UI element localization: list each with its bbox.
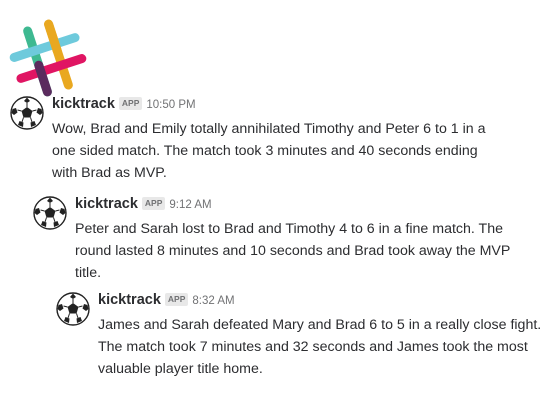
soccer-ball-icon[interactable] — [56, 292, 90, 326]
timestamp[interactable]: 10:50 PM — [146, 99, 195, 111]
soccer-ball-icon[interactable] — [10, 96, 44, 130]
message-header: kicktrack APP 9:12 AM — [75, 196, 212, 213]
author-name[interactable]: kicktrack — [98, 292, 161, 308]
timestamp[interactable]: 9:12 AM — [169, 199, 211, 211]
timestamp[interactable]: 8:32 AM — [192, 295, 234, 307]
slack-logo-icon — [9, 19, 87, 97]
author-name[interactable]: kicktrack — [75, 196, 138, 212]
app-badge: APP — [141, 197, 166, 210]
message-text: Wow, Brad and Emily totally annihilated … — [52, 121, 486, 181]
message-text: James and Sarah defeated Mary and Brad 6… — [98, 317, 542, 377]
soccer-ball-icon[interactable] — [33, 196, 67, 230]
message-header: kicktrack APP 8:32 AM — [98, 292, 235, 309]
author-name[interactable]: kicktrack — [52, 96, 115, 112]
message-header: kicktrack APP 10:50 PM — [52, 96, 196, 113]
message-text: Peter and Sarah lost to Brad and Timothy… — [75, 221, 511, 281]
app-badge: APP — [118, 97, 143, 110]
app-badge: APP — [164, 293, 189, 306]
